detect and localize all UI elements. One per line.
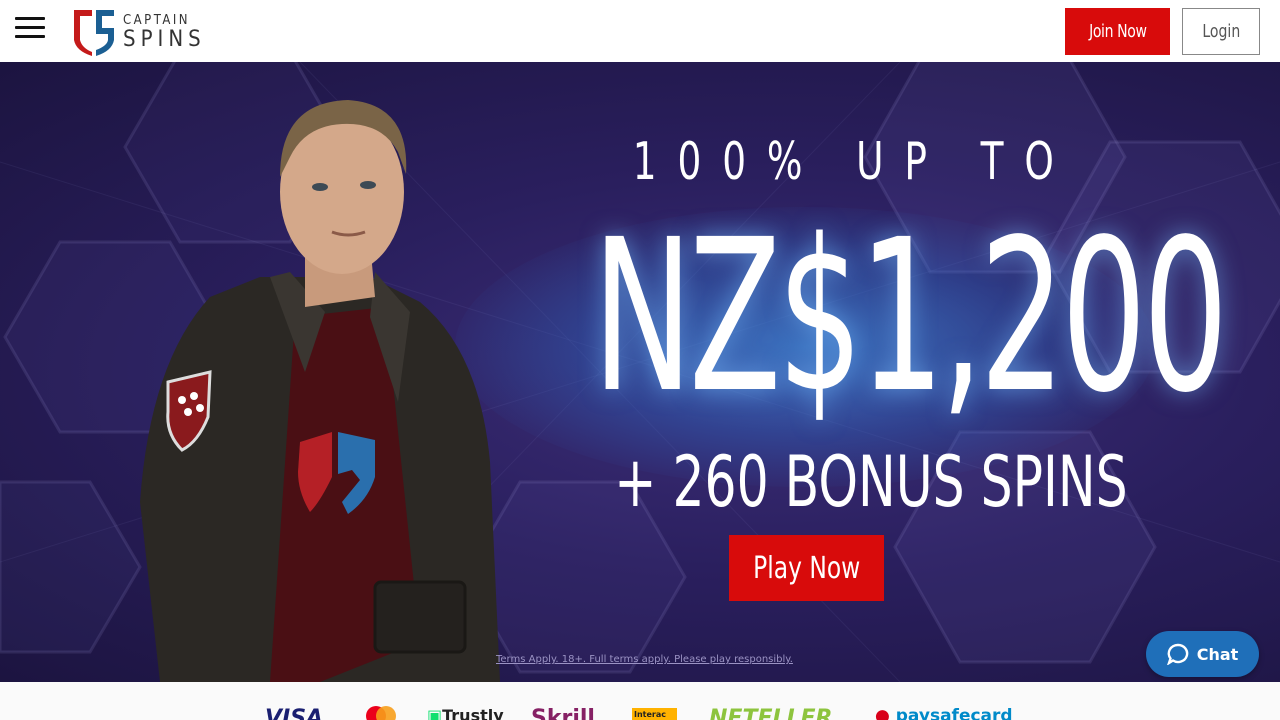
skrill-logo: Skrill: [531, 706, 595, 720]
login-button[interactable]: Login: [1182, 8, 1260, 55]
headline-top: 100% UP TO: [632, 132, 1075, 192]
logo-wordmark: CAPTAIN SPINS: [123, 12, 206, 51]
join-now-button[interactable]: Join Now: [1065, 8, 1170, 55]
paysafecard-logo: ● paysafecard: [875, 706, 1013, 720]
headline-bonus-amount: NZ$1,200: [592, 194, 1228, 439]
top-header: CAPTAIN SPINS Join Now Login: [0, 0, 1280, 62]
payment-methods-strip: VISA ▣Trustly Skrill Interac NETELLER ● …: [0, 682, 1280, 720]
hero-banner[interactable]: 100% UP TO NZ$1,200 + 260 BONUS SPINS Pl…: [0, 62, 1280, 682]
chat-button[interactable]: Chat: [1146, 631, 1259, 677]
chat-label: Chat: [1196, 644, 1239, 664]
menu-icon[interactable]: [15, 17, 45, 39]
logo-line-2: SPINS: [123, 26, 206, 52]
play-now-label: Play Now: [752, 550, 861, 586]
join-now-label: Join Now: [1088, 21, 1147, 42]
chat-bubble-icon: [1166, 643, 1188, 665]
logo-shield-icon: [70, 6, 118, 56]
mastercard-logo: [365, 706, 397, 720]
terms-link[interactable]: Terms Apply. 18+. Full terms apply. Plea…: [496, 654, 793, 665]
captain-spins-logo[interactable]: CAPTAIN SPINS: [70, 5, 201, 57]
login-label: Login: [1202, 21, 1240, 42]
play-now-button[interactable]: Play Now: [729, 535, 884, 601]
trustly-label: Trustly: [442, 706, 504, 720]
interac-logo: Interac: [632, 708, 677, 720]
paysafecard-label: paysafecard: [895, 706, 1013, 720]
visa-logo: VISA: [265, 706, 324, 720]
neteller-logo: NETELLER: [709, 706, 833, 720]
logo-line-1: CAPTAIN: [123, 12, 191, 28]
trustly-logo: ▣Trustly: [427, 706, 504, 720]
captain-character-illustration: [140, 100, 500, 682]
headline-bonus-spins: + 260 BONUS SPINS: [614, 441, 1128, 523]
